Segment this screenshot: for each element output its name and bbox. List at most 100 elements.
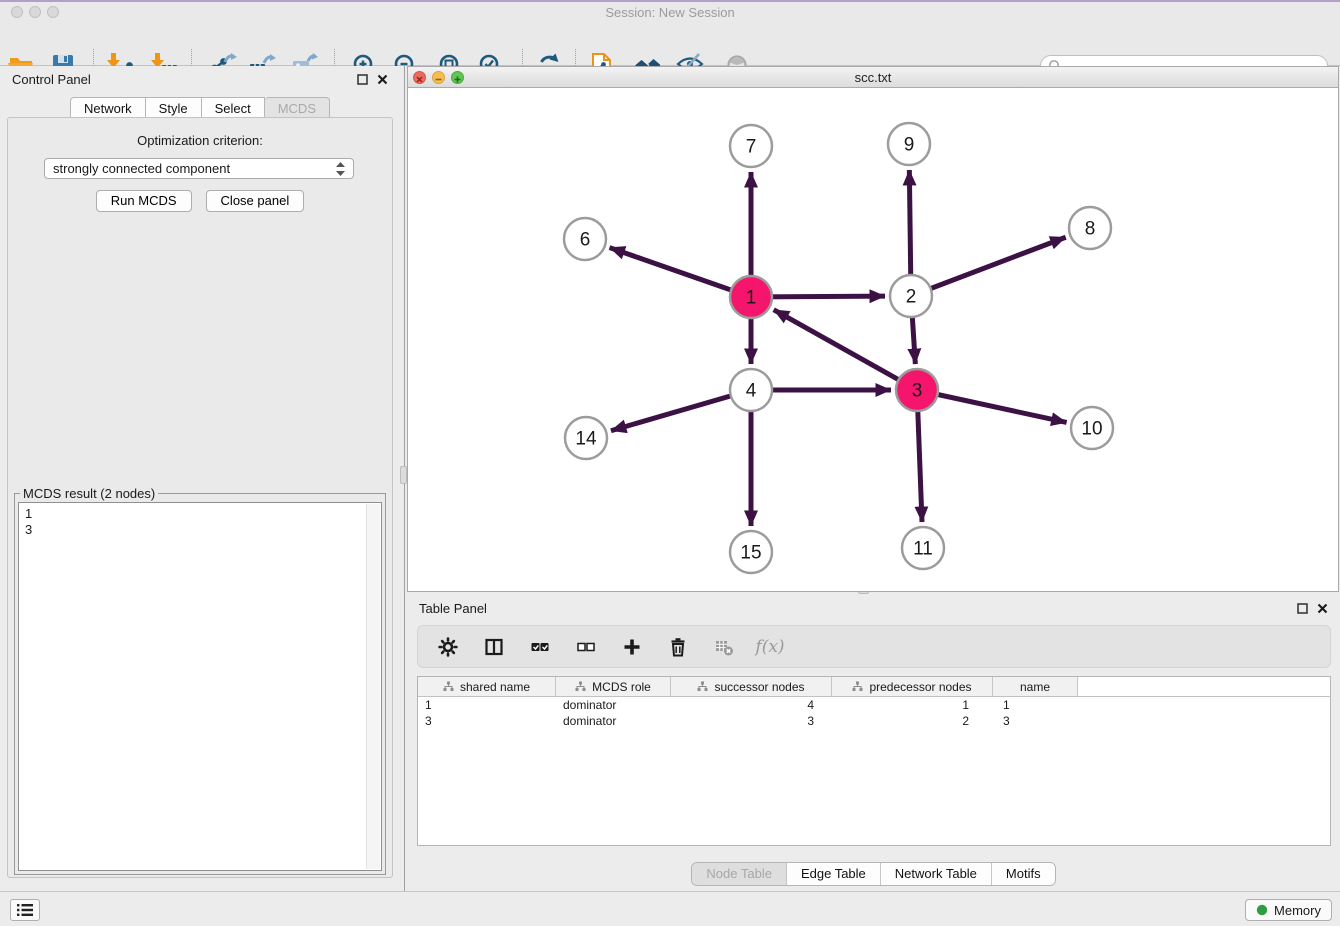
sort-icon[interactable] [852,681,863,692]
select-all-columns-button[interactable] [528,636,552,658]
column-header-shared-name[interactable]: shared name [418,677,556,696]
delete-table-button[interactable] [712,636,736,658]
unselect-all-columns-button[interactable] [574,636,598,658]
table-panel: Table Panel [407,595,1340,891]
node-label-9: 9 [904,135,915,156]
node-label-10: 10 [1081,419,1102,440]
tab-edge-table[interactable]: Edge Table [786,863,880,885]
column-header-mcds-role[interactable]: MCDS role [556,677,671,696]
mcds-result-box: MCDS result (2 nodes) 1 3 [14,493,386,875]
delete-table-icon [714,637,734,657]
column-label: predecessor nodes [869,680,971,694]
table-row[interactable]: 1dominator411 [418,697,1330,713]
float-panel-icon[interactable] [357,74,368,85]
close-table-panel-icon[interactable] [1317,603,1328,614]
run-mcds-button[interactable]: Run MCDS [96,190,192,212]
table-tabs-bar: Node TableEdge TableNetwork TableMotifs [407,862,1340,886]
cell-mcds-role[interactable]: dominator [556,698,671,712]
toggle-panel-button[interactable] [482,636,506,658]
mcds-result-area[interactable]: 1 3 [18,502,382,871]
table-toolbar: f(x) [417,625,1331,668]
node-label-14: 14 [575,429,597,450]
vertical-splitter-handle[interactable] [400,466,407,484]
sort-icon[interactable] [575,681,586,692]
main-toolbar [0,22,1340,66]
vertical-splitter[interactable] [400,66,407,891]
gear-icon [438,637,458,657]
float-table-panel-icon[interactable] [1297,603,1308,614]
app-titlebar: Session: New Session [0,2,1340,22]
network-window-titlebar[interactable]: scc.txt [408,67,1338,88]
result-scrollbar[interactable] [366,504,380,869]
cell-shared-name[interactable]: 3 [418,714,556,728]
checked-boxes-icon [530,637,550,657]
criterion-select[interactable]: strongly connected component [44,158,354,179]
control-panel-title: Control Panel [12,72,91,87]
node-label-3: 3 [912,381,923,402]
column-label: name [1020,680,1050,694]
column-label: successor nodes [714,680,804,694]
table-header-row: shared name MCDS role successor nodes prede… [418,677,1330,697]
node-label-6: 6 [580,230,591,251]
node-label-1: 1 [746,288,757,309]
sort-icon[interactable] [697,681,708,692]
cell-name[interactable]: 3 [993,714,1078,728]
node-label-7: 7 [746,137,757,158]
unchecked-boxes-icon [576,637,596,657]
network-view-window: scc.txt 7968124314101511 [407,66,1339,592]
column-header-predecessor-nodes[interactable]: predecessor nodes [832,677,993,696]
table-settings-button[interactable] [436,636,460,658]
memory-label: Memory [1274,903,1321,918]
tab-node-table[interactable]: Node Table [692,863,786,885]
split-columns-icon [484,637,504,657]
mcds-result-title: MCDS result (2 nodes) [20,486,158,501]
add-column-button[interactable] [620,636,644,658]
control-panel-header: Control Panel [0,66,400,92]
close-panel-button[interactable]: Close panel [206,190,305,212]
control-panel: Control Panel NetworkStyleSelectMCDS Opt… [0,66,400,891]
edge-3-10[interactable] [917,390,1067,422]
status-bar: Memory [0,891,1340,926]
table-body: 1dominator4113dominator323 [418,697,1330,729]
close-panel-icon[interactable] [377,74,388,85]
optimization-criterion-label: Optimization criterion: [8,133,392,148]
edge-1-6[interactable] [610,248,751,297]
column-label: shared name [460,680,530,694]
plus-icon [622,637,642,657]
edge-3-1[interactable] [774,310,917,390]
delete-column-button[interactable] [666,636,690,658]
node-label-11: 11 [913,539,933,560]
node-label-8: 8 [1085,219,1096,240]
node-label-4: 4 [746,381,757,402]
cell-successor-nodes[interactable]: 3 [671,714,832,728]
cell-predecessor-nodes[interactable]: 1 [832,698,993,712]
cell-name[interactable]: 1 [993,698,1078,712]
cell-successor-nodes[interactable]: 4 [671,698,832,712]
cell-predecessor-nodes[interactable]: 2 [832,714,993,728]
mcds-panel: Optimization criterion: strongly connect… [7,117,393,878]
memory-button[interactable]: Memory [1245,899,1332,921]
task-history-button[interactable] [10,899,40,921]
edge-2-8[interactable] [911,237,1066,296]
column-header-name[interactable]: name [993,677,1078,696]
tab-motifs[interactable]: Motifs [991,863,1055,885]
trash-icon [668,637,688,657]
node-table: shared name MCDS role successor nodes prede… [417,676,1331,846]
list-icon [16,902,34,918]
cell-mcds-role[interactable]: dominator [556,714,671,728]
table-panel-header: Table Panel [407,595,1340,621]
table-row[interactable]: 3dominator323 [418,713,1330,729]
network-canvas[interactable]: 7968124314101511 [408,88,1338,591]
column-header-successor-nodes[interactable]: successor nodes [671,677,832,696]
mcds-result-text: 1 3 [25,506,363,868]
network-window-title: scc.txt [408,70,1338,85]
cell-shared-name[interactable]: 1 [418,698,556,712]
function-builder-button[interactable]: f(x) [758,636,782,658]
column-label: MCDS role [592,680,651,694]
select-stepper-icon [336,162,345,176]
sort-icon[interactable] [443,681,454,692]
table-panel-title: Table Panel [419,601,487,616]
tab-network-table[interactable]: Network Table [880,863,991,885]
node-label-2: 2 [906,287,917,308]
network-graph[interactable]: 7968124314101511 [408,88,1338,591]
